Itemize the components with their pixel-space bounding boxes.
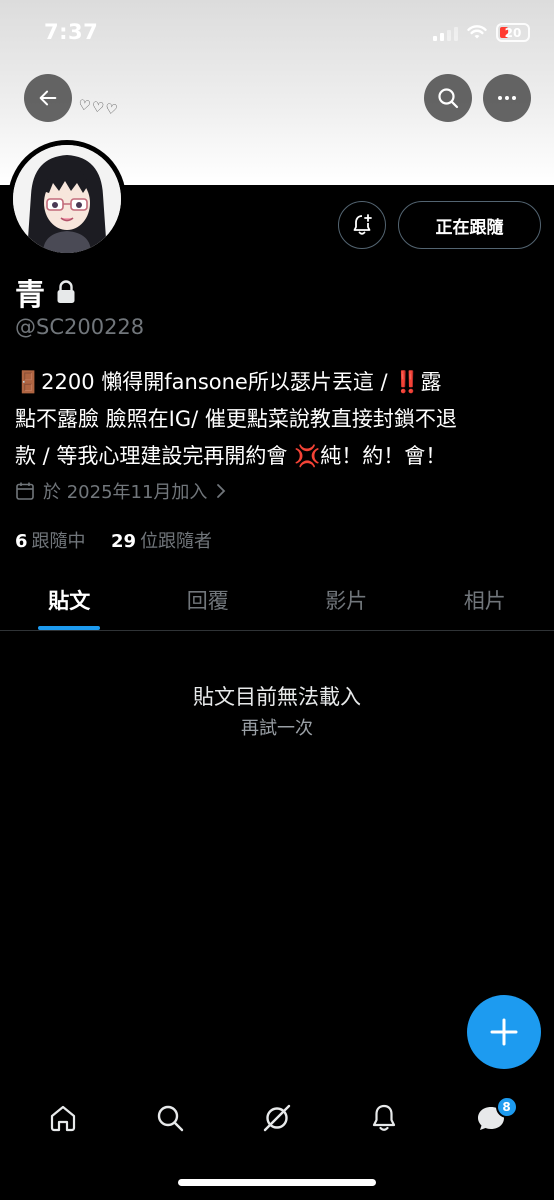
plus-icon [490, 1018, 518, 1046]
bell-icon [372, 1104, 395, 1131]
notify-button[interactable] [338, 201, 386, 249]
tab-photos[interactable]: 相片 [416, 570, 554, 630]
retry-button[interactable]: 再試一次 [0, 714, 554, 740]
profile-tabs: 貼文 回覆 影片 相片 [0, 570, 554, 631]
chevron-right-icon [217, 484, 226, 498]
profile-name-row: 青 [15, 270, 77, 314]
more-icon [498, 96, 516, 100]
wifi-icon [467, 25, 487, 39]
joined-text: 於 2025年11月加入 [43, 482, 208, 503]
tab-videos[interactable]: 影片 [277, 570, 416, 630]
avatar[interactable] [8, 140, 126, 258]
battery-icon: 20 [496, 23, 530, 42]
signal-icon [433, 25, 458, 41]
display-name: 青 [15, 278, 45, 313]
bio-line: 🚪2200 懶得開fansone所以瑟片丟這 / ‼️露 [15, 370, 442, 394]
bio-line: 點不露臉 臉照在IG/ 催更點菜說教直接封鎖不退 [15, 407, 457, 431]
nav-home[interactable] [33, 1088, 93, 1148]
follow-stats: 6 跟隨中 29 位跟隨者 [15, 527, 212, 553]
bottom-navigation: 8 [0, 1085, 554, 1150]
following-link[interactable]: 6 跟隨中 [15, 531, 86, 552]
avatar-image [13, 145, 121, 253]
followers-link[interactable]: 29 位跟隨者 [111, 531, 212, 552]
joined-date[interactable]: 於 2025年11月加入 [15, 478, 227, 504]
back-arrow-icon [39, 90, 57, 106]
status-icons: 20 [433, 23, 530, 42]
grok-icon [263, 1104, 291, 1131]
status-time: 7:37 [44, 20, 99, 44]
home-indicator[interactable] [178, 1179, 376, 1186]
nav-messages[interactable]: 8 [461, 1088, 521, 1148]
more-button[interactable] [483, 74, 531, 122]
search-button[interactable] [424, 74, 472, 122]
compose-button[interactable] [467, 995, 541, 1069]
tab-posts[interactable]: 貼文 [0, 570, 139, 630]
back-button[interactable] [24, 74, 72, 122]
notification-bell-plus-icon [353, 214, 372, 235]
tab-replies[interactable]: 回覆 [139, 570, 278, 630]
messages-badge: 8 [495, 1095, 518, 1118]
bio-line: 款 / 等我心理建設完再開約會 💢純！約！會！ [15, 444, 447, 468]
banner-hearts: ♡♡♡ [77, 97, 120, 119]
battery-level: 20 [504, 25, 522, 40]
search-icon [157, 1105, 184, 1131]
load-error-title: 貼文目前無法載入 [193, 685, 361, 709]
nav-grok[interactable] [247, 1088, 307, 1148]
search-icon [438, 88, 459, 109]
following-button[interactable]: 正在跟隨 [398, 201, 541, 249]
profile-bio: 🚪2200 懶得開fansone所以瑟片丟這 / ‼️露 點不露臉 臉照在IG/… [15, 364, 540, 475]
home-icon [51, 1105, 76, 1131]
nav-notifications[interactable] [354, 1088, 414, 1148]
nav-explore[interactable] [140, 1088, 200, 1148]
username: @SC200228 [15, 315, 145, 339]
lock-icon [57, 280, 75, 303]
calendar-icon [16, 482, 34, 500]
